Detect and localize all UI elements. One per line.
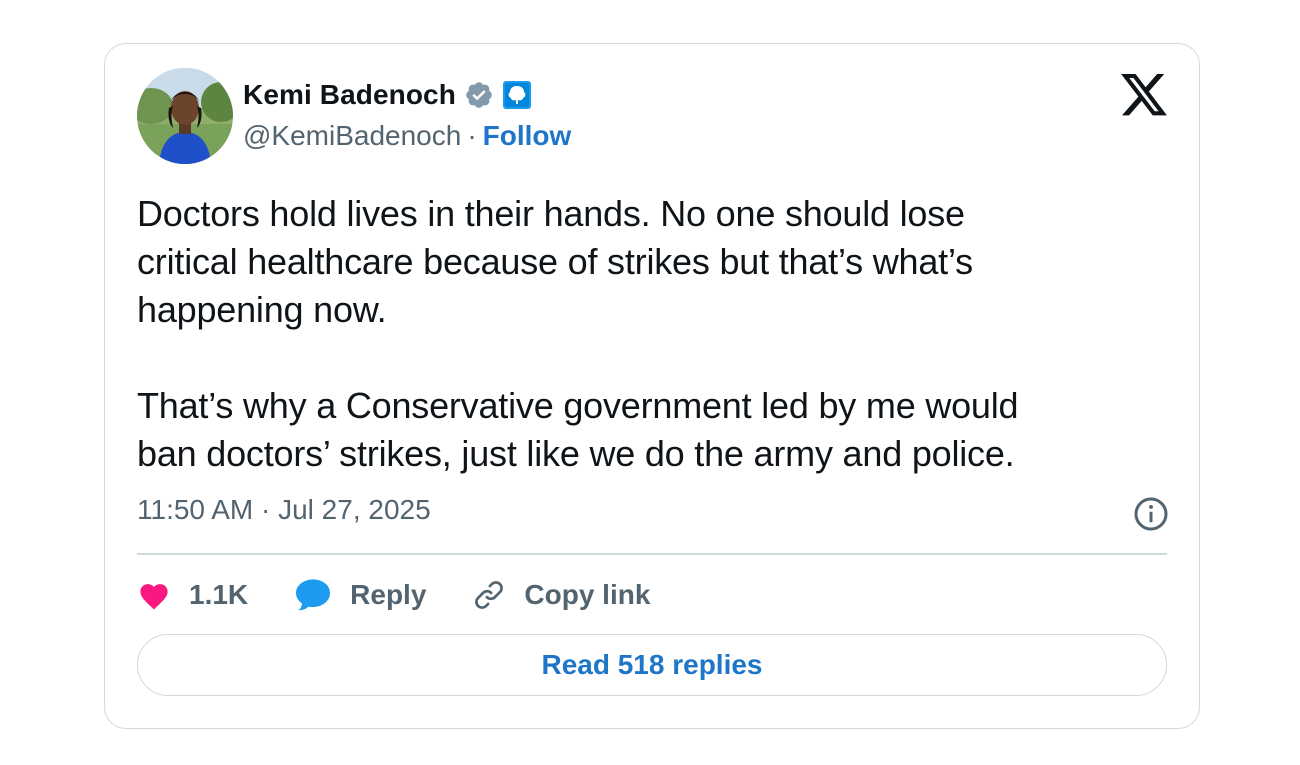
copy-link-label: Copy link <box>524 579 651 610</box>
likes-count: 1.1K <box>189 579 249 610</box>
copy-link-button[interactable]: Copy link <box>472 578 650 612</box>
author-name-row: Kemi Badenoch <box>243 77 532 113</box>
x-logo-icon[interactable] <box>1121 74 1167 116</box>
reply-label: Reply <box>350 579 427 610</box>
author-display-name[interactable]: Kemi Badenoch <box>243 79 456 111</box>
tweet-text: Doctors hold lives in their hands. No on… <box>137 193 1019 474</box>
link-icon <box>475 581 504 609</box>
tweet-timestamp[interactable]: 11:50 AM · Jul 27, 2025 <box>137 494 431 526</box>
reply-button[interactable]: Reply <box>294 578 426 612</box>
author-handle[interactable]: @KemiBadenoch <box>243 120 461 152</box>
like-button[interactable]: 1.1K <box>137 579 248 611</box>
tweet-embed-card[interactable]: Kemi Badenoch @KemiBadenoch · Follow Doc… <box>104 43 1200 729</box>
separator-dot: · <box>467 120 477 151</box>
avatar[interactable] <box>137 68 233 164</box>
read-replies-button[interactable]: Read 518 replies <box>137 634 1167 696</box>
divider <box>137 553 1167 555</box>
author-handle-row: @KemiBadenoch · Follow <box>243 120 571 152</box>
heart-icon <box>140 584 168 610</box>
verified-badge-icon <box>464 80 494 110</box>
conservative-party-tree-icon[interactable] <box>502 80 532 110</box>
action-bar: 1.1K Reply Copy link <box>137 572 696 618</box>
reply-bubble-icon <box>296 579 331 611</box>
info-icon[interactable] <box>1133 496 1169 532</box>
follow-button[interactable]: Follow <box>483 120 572 152</box>
